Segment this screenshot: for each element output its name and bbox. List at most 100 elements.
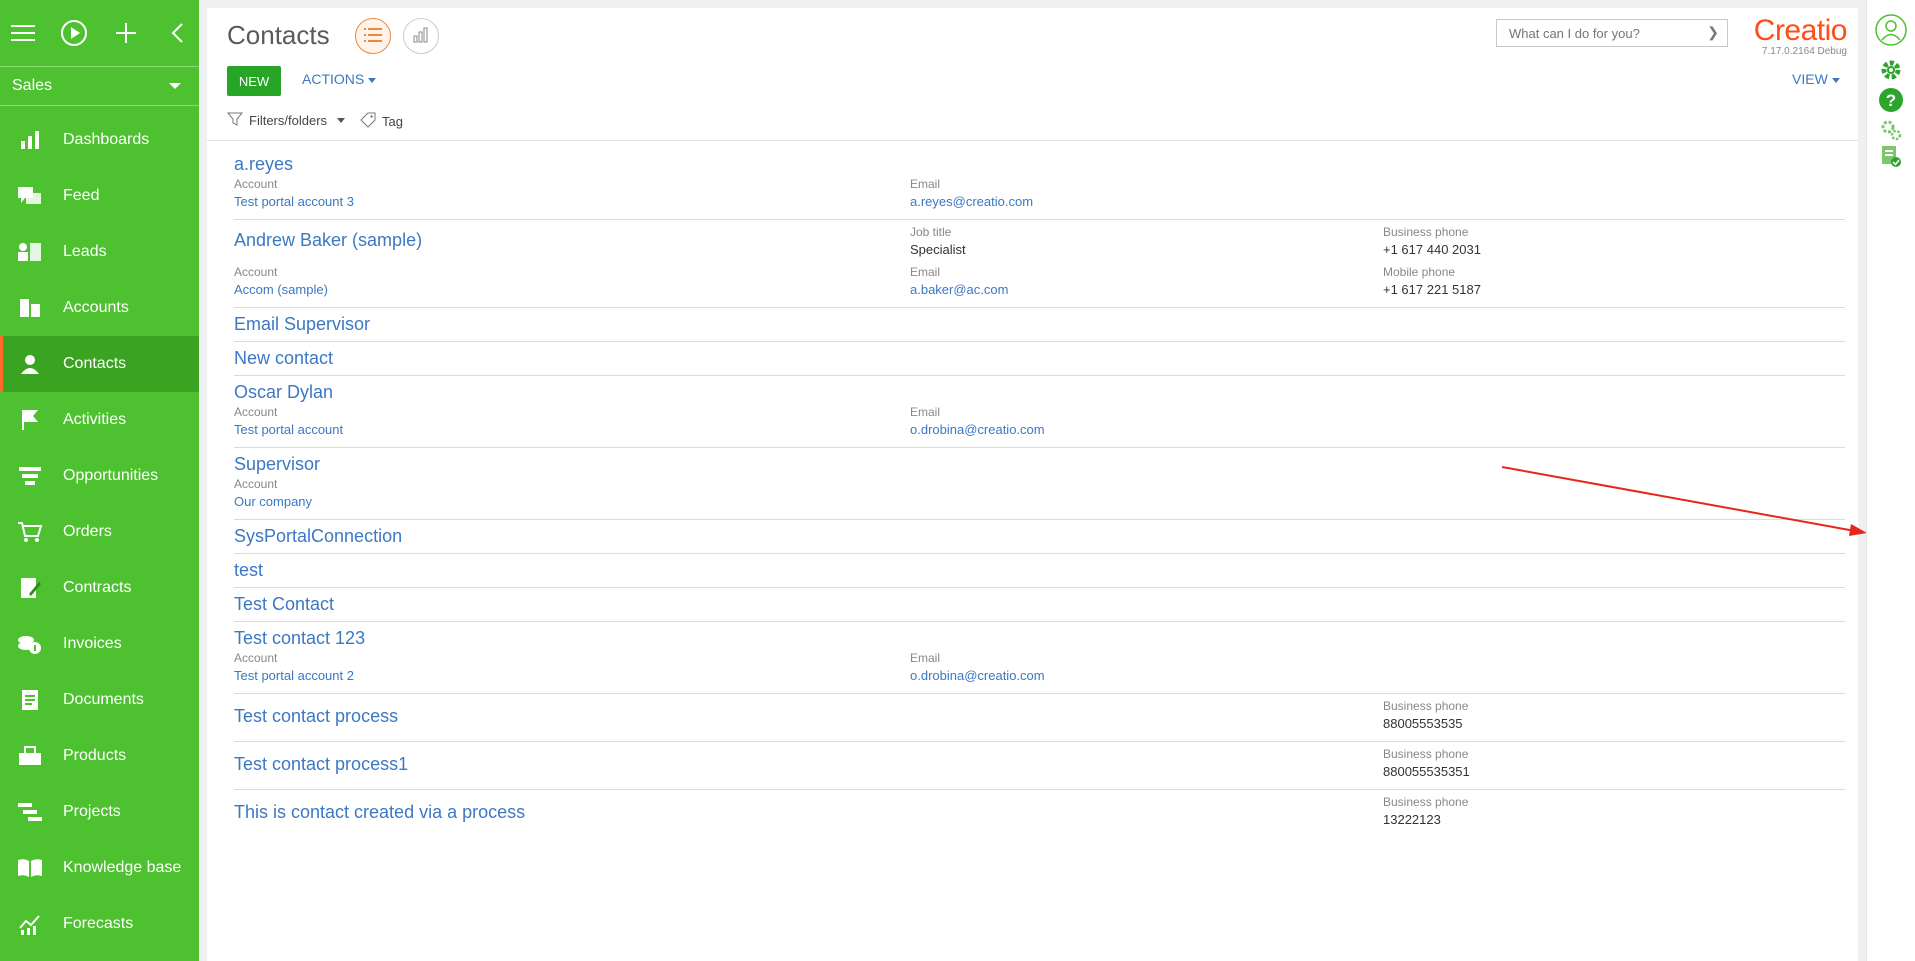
account-link[interactable]: Test portal account 2 bbox=[234, 666, 354, 686]
sidebar-item-projects[interactable]: Projects bbox=[0, 784, 199, 840]
sidebar-item-label: Orders bbox=[63, 523, 112, 540]
field-label: Business phone bbox=[1383, 747, 1469, 761]
account-link[interactable]: Accom (sample) bbox=[234, 280, 328, 300]
left-sidebar: Sales Dashboards Feed Leads Accounts Con… bbox=[0, 0, 199, 961]
email-link[interactable]: o.drobina@creatio.com bbox=[910, 420, 1045, 440]
account-link[interactable]: Test portal account bbox=[234, 420, 343, 440]
business-phone-value: +1 617 440 2031 bbox=[1383, 242, 1481, 257]
sidebar-item-opportunities[interactable]: Opportunities bbox=[0, 448, 199, 504]
contact-name-link[interactable]: test bbox=[234, 558, 1845, 582]
projects-icon bbox=[15, 797, 45, 827]
list-item[interactable]: Test Contact bbox=[234, 588, 1845, 622]
help-question-icon[interactable]: ? bbox=[1875, 84, 1907, 116]
list-item[interactable]: Andrew Baker (sample) Job title Specialis… bbox=[234, 220, 1845, 308]
account-field: Account Test portal account 2 bbox=[234, 650, 354, 686]
dashboards-icon bbox=[15, 125, 45, 155]
contact-name-link[interactable]: Andrew Baker (sample) bbox=[234, 228, 422, 252]
list-item[interactable]: New contact bbox=[234, 342, 1845, 376]
contact-name-link[interactable]: This is contact created via a process bbox=[234, 800, 525, 824]
contact-name-link[interactable]: Email Supervisor bbox=[234, 312, 1845, 336]
sidebar-item-label: Dashboards bbox=[63, 131, 150, 148]
caret-down-icon bbox=[1831, 77, 1840, 83]
sidebar-item-documents[interactable]: Documents bbox=[0, 672, 199, 728]
sidebar-item-activities[interactable]: Activities bbox=[0, 392, 199, 448]
account-field: Account Test portal account bbox=[234, 404, 343, 440]
list-item[interactable]: Email Supervisor bbox=[234, 308, 1845, 342]
workspace-selector[interactable]: Sales bbox=[0, 66, 199, 106]
contact-name-link[interactable]: Test contact process1 bbox=[234, 752, 408, 776]
contact-name-link[interactable]: Test contact process bbox=[234, 704, 398, 728]
list-view-button[interactable] bbox=[355, 18, 391, 54]
contact-name-link[interactable]: a.reyes bbox=[234, 152, 1845, 176]
email-link[interactable]: a.reyes@creatio.com bbox=[910, 192, 1033, 212]
sidebar-item-dashboards[interactable]: Dashboards bbox=[0, 112, 199, 168]
filters-folders-button[interactable]: Filters/folders bbox=[226, 112, 346, 129]
sidebar-item-invoices[interactable]: Invoices bbox=[0, 616, 199, 672]
analytics-view-button[interactable] bbox=[403, 18, 439, 54]
contacts-icon bbox=[15, 349, 45, 379]
filter-icon bbox=[226, 112, 244, 129]
toolbar-divider bbox=[207, 140, 1858, 141]
search-input[interactable] bbox=[1507, 24, 1711, 42]
sidebar-item-label: Feed bbox=[63, 187, 100, 204]
sidebar-item-orders[interactable]: Orders bbox=[0, 504, 199, 560]
sidebar-item-contacts[interactable]: Contacts bbox=[0, 336, 199, 392]
tag-icon bbox=[360, 112, 376, 131]
sidebar-item-products[interactable]: Products bbox=[0, 728, 199, 784]
list-item[interactable]: test bbox=[234, 554, 1845, 588]
email-link[interactable]: o.drobina@creatio.com bbox=[910, 666, 1045, 686]
list-item[interactable]: Test contact process1 Business phone 8800… bbox=[234, 742, 1845, 790]
job-title-field: Job title Specialist bbox=[910, 224, 966, 260]
list-item[interactable]: This is contact created via a process Bu… bbox=[234, 790, 1845, 837]
account-link[interactable]: Our company bbox=[234, 492, 312, 512]
user-profile-icon[interactable] bbox=[1875, 14, 1907, 46]
actions-label: ACTIONS bbox=[302, 71, 365, 87]
field-label: Account bbox=[234, 177, 278, 191]
settings-gear-icon[interactable] bbox=[1875, 54, 1907, 86]
sidebar-item-contracts[interactable]: Contracts bbox=[0, 560, 199, 616]
page-title: Contacts bbox=[227, 20, 330, 50]
add-plus-icon[interactable] bbox=[111, 18, 141, 48]
tasks-checklist-icon[interactable] bbox=[1875, 140, 1907, 172]
contact-name-link[interactable]: Oscar Dylan bbox=[234, 380, 1845, 404]
version-text: 7.17.0.2164 Debug bbox=[1761, 46, 1847, 57]
sidebar-item-knowledge-base[interactable]: Knowledge base bbox=[0, 840, 199, 896]
account-link[interactable]: Test portal account 3 bbox=[234, 192, 354, 212]
list-item[interactable]: Test contact 123 Account Test portal acco… bbox=[234, 622, 1845, 694]
sidebar-item-label: Documents bbox=[63, 691, 144, 708]
field-label: Business phone bbox=[1383, 699, 1469, 713]
sidebar-topbar bbox=[0, 0, 199, 66]
account-field: Account Our company bbox=[234, 476, 312, 512]
contact-name-link[interactable]: Test contact 123 bbox=[234, 626, 1845, 650]
sidebar-item-leads[interactable]: Leads bbox=[0, 224, 199, 280]
new-button[interactable]: NEW bbox=[227, 66, 281, 96]
email-link[interactable]: a.baker@ac.com bbox=[910, 280, 1008, 300]
leads-icon bbox=[15, 237, 45, 267]
sidebar-item-accounts[interactable]: Accounts bbox=[0, 280, 199, 336]
field-label: Mobile phone bbox=[1383, 265, 1456, 279]
list-item[interactable]: Oscar Dylan Account Test portal account E… bbox=[234, 376, 1845, 448]
sidebar-item-forecasts[interactable]: Forecasts bbox=[0, 896, 199, 952]
products-icon bbox=[15, 741, 45, 771]
view-dropdown[interactable]: VIEW bbox=[1792, 71, 1840, 87]
hamburger-menu-icon[interactable] bbox=[8, 18, 38, 48]
sidebar-item-feed[interactable]: Feed bbox=[0, 168, 199, 224]
contact-name-link[interactable]: New contact bbox=[234, 346, 1845, 370]
business-phone-field: Business phone 880055535351 bbox=[1383, 746, 1470, 782]
account-field: Account Accom (sample) bbox=[234, 264, 328, 300]
tag-button[interactable]: Tag bbox=[360, 112, 403, 131]
sidebar-item-label: Products bbox=[63, 747, 127, 764]
process-run-icon[interactable] bbox=[59, 18, 89, 48]
command-search-box[interactable]: ❯ bbox=[1496, 19, 1728, 47]
list-item[interactable]: a.reyes Account Test portal account 3 Ema… bbox=[234, 148, 1845, 220]
workspace-label: Sales bbox=[12, 77, 53, 94]
chevron-right-icon[interactable]: ❯ bbox=[1707, 24, 1719, 41]
bar-chart-icon bbox=[413, 27, 429, 46]
caret-down-icon bbox=[368, 77, 377, 83]
forecast-icon bbox=[15, 909, 45, 939]
collapse-chevron-left-icon[interactable] bbox=[162, 18, 192, 48]
list-item[interactable]: Test contact process Business phone 88005… bbox=[234, 694, 1845, 742]
contact-name-link[interactable]: Test Contact bbox=[234, 592, 1845, 616]
sidebar-item-label: Contracts bbox=[63, 579, 132, 596]
actions-dropdown[interactable]: ACTIONS bbox=[302, 71, 377, 87]
